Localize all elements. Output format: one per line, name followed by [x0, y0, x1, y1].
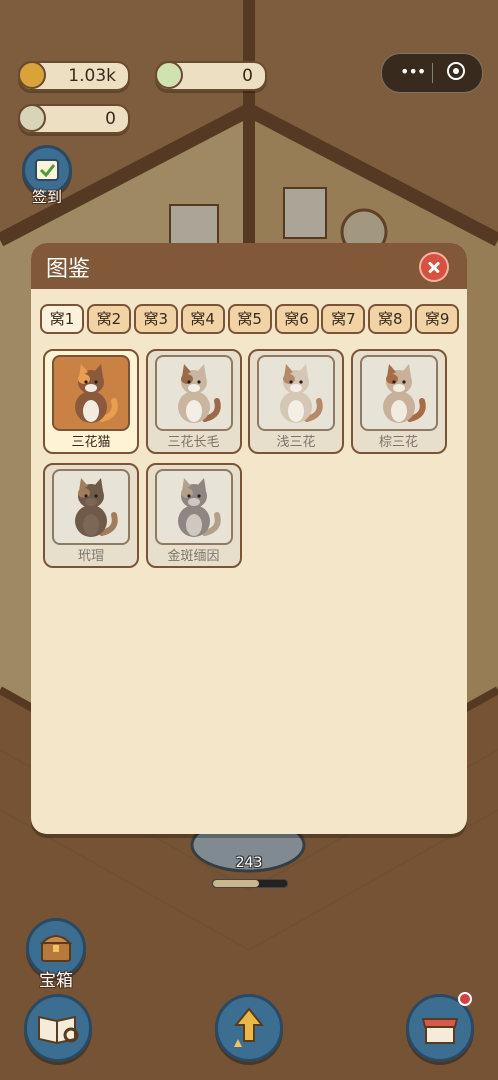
leaf-icon	[18, 104, 46, 132]
coin-icon	[18, 61, 46, 89]
book-icon	[38, 1015, 79, 1045]
cat-icon	[382, 364, 426, 423]
leaf-counter: 0	[18, 104, 130, 134]
cat-icon	[75, 478, 118, 537]
cat-card[interactable]: 三花猫	[43, 349, 139, 454]
grass-icon	[155, 61, 183, 89]
leaf-value: 0	[105, 109, 116, 129]
mini-program-capsule: •••	[381, 53, 483, 93]
cat-portrait	[154, 355, 233, 431]
modal-title: 图鉴	[46, 257, 91, 282]
grass-counter: 0	[155, 61, 267, 91]
coin-counter: 1.03k	[18, 61, 130, 91]
cat-icon	[177, 478, 221, 537]
chest-label: 宝箱	[39, 971, 73, 991]
modal-header: 图鉴	[31, 243, 467, 289]
upgrade-arrow-icon	[233, 1007, 265, 1047]
progress-bar	[212, 879, 288, 888]
cat-card[interactable]: 金斑缅因	[145, 463, 242, 568]
cat-icon	[75, 364, 118, 423]
signin-label: 签到	[31, 188, 62, 206]
cat-icon	[177, 364, 221, 423]
cat-portrait	[257, 355, 335, 431]
cat-name: 棕三花	[378, 435, 418, 450]
tab-3[interactable]: 窝3	[133, 304, 178, 334]
tab-4[interactable]: 窝4	[180, 304, 225, 334]
cat-card[interactable]: 三花长毛	[145, 349, 242, 454]
tab-6[interactable]: 窝6	[274, 304, 319, 334]
tab-2[interactable]: 窝2	[86, 304, 131, 334]
more-icon[interactable]: •••	[400, 62, 426, 81]
cat-name: 三花猫	[71, 435, 111, 450]
tab-7[interactable]: 窝7	[321, 304, 366, 334]
coin-value: 1.03k	[68, 66, 116, 86]
tab-5[interactable]: 窝5	[227, 304, 272, 334]
tab-8[interactable]: 窝8	[368, 304, 413, 334]
cat-card[interactable]: 棕三花	[350, 349, 447, 454]
target-icon[interactable]	[447, 62, 465, 80]
collection-button[interactable]	[24, 994, 92, 1062]
cat-name: 三花长毛	[167, 435, 220, 450]
capsule-divider	[432, 63, 433, 83]
cat-counter: 243	[235, 855, 263, 871]
close-button[interactable]	[419, 252, 449, 282]
cat-portrait	[52, 469, 130, 545]
cat-card[interactable]: 玳瑁	[43, 463, 139, 568]
cat-portrait	[52, 355, 130, 431]
cat-name: 玳瑁	[77, 549, 104, 564]
notification-dot	[458, 992, 472, 1006]
tab-9[interactable]: 窝9	[415, 304, 460, 334]
tab-bar: 窝1 窝2 窝3 窝4 窝5 窝6 窝7 窝8 窝9	[40, 304, 462, 334]
progress-fill	[213, 880, 259, 887]
shop-icon	[421, 1018, 459, 1044]
grass-value: 0	[242, 66, 253, 86]
collection-modal: 图鉴 窝1 窝2 窝3 窝4 窝5 窝6 窝7 窝8 窝9 三花猫 三花长毛 浅三花 棕三花玳瑁 金斑缅…	[31, 243, 467, 834]
tab-1[interactable]: 窝1	[40, 304, 84, 334]
cat-name: 金斑缅因	[167, 549, 220, 564]
cat-portrait	[154, 469, 233, 545]
upgrade-button[interactable]	[215, 994, 283, 1062]
cat-card[interactable]: 浅三花	[248, 349, 344, 454]
cat-portrait	[359, 355, 438, 431]
cat-name: 浅三花	[276, 435, 316, 450]
cat-icon	[280, 364, 323, 423]
